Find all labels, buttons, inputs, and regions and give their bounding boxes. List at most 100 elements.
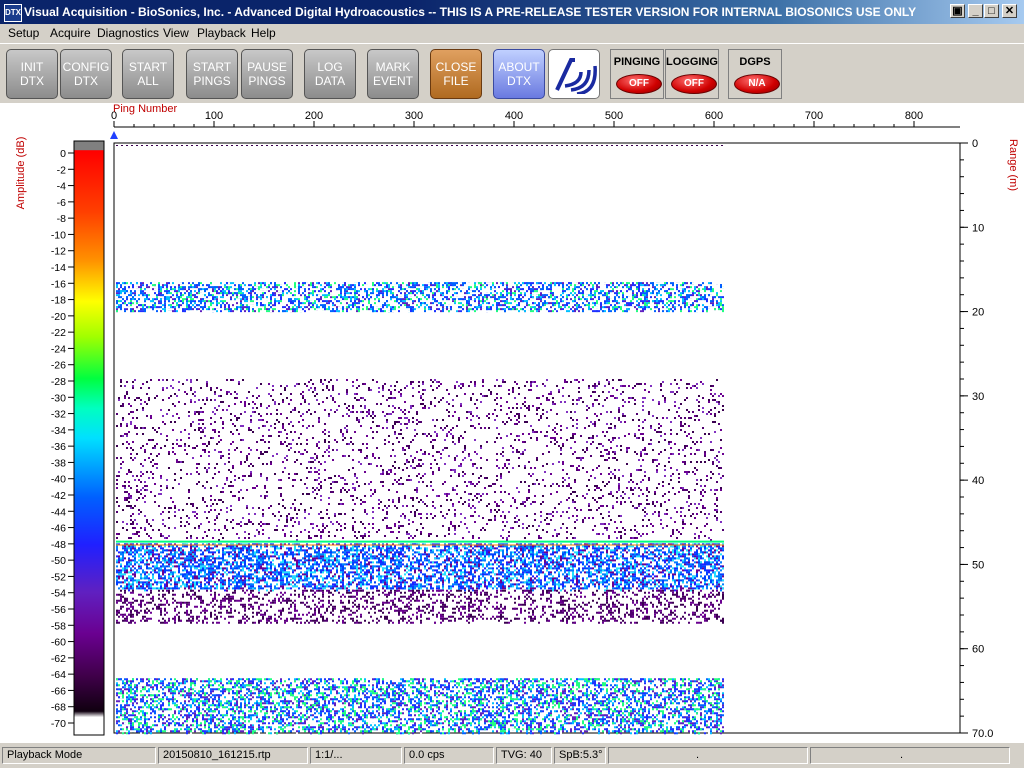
mark-event-button[interactable]: MARK EVENT (367, 49, 419, 99)
amplitude-tick-label: -34 (51, 425, 66, 437)
window-title: Visual Acquisition - BioSonics, Inc. - A… (24, 5, 917, 19)
pinging-status-badge: OFF (616, 74, 662, 94)
amplitude-color-bar (73, 140, 105, 736)
amplitude-tick-label: -46 (51, 523, 66, 535)
amplitude-tick-label: -66 (51, 685, 66, 697)
menu-acquire[interactable]: Acquire (50, 26, 91, 40)
amplitude-tick-label: -42 (51, 490, 66, 502)
x-tick-label: 200 (305, 110, 323, 122)
amplitude-tick-label: -50 (51, 555, 66, 567)
status-extra-1: . (608, 747, 808, 764)
init-dtx-button[interactable]: INIT DTX (6, 49, 58, 99)
y-tick-label: 40 (972, 475, 984, 487)
biosonics-logo-button[interactable] (548, 49, 600, 99)
amplitude-tick-label: -56 (51, 604, 66, 616)
amplitude-tick-label: -18 (51, 295, 66, 307)
y-tick-label: 50 (972, 559, 984, 571)
dgps-status-badge: N/A (734, 74, 780, 94)
status-ratio: 1:1/... (310, 747, 402, 764)
amplitude-tick-label: -30 (51, 392, 66, 404)
amplitude-tick-label: -6 (57, 197, 66, 209)
amplitude-tick-label: -20 (51, 311, 66, 323)
status-bar: Playback Mode 20150810_161215.rtp 1:1/..… (0, 744, 1024, 768)
minimize-button[interactable]: _ (968, 4, 983, 18)
start-all-button[interactable]: START ALL (122, 49, 174, 99)
status-file: 20150810_161215.rtp (158, 747, 308, 764)
pinging-indicator: PINGING OFF (610, 49, 664, 99)
config-dtx-button[interactable]: CONFIG DTX (60, 49, 112, 99)
x-tick-label: 400 (505, 110, 523, 122)
amplitude-tick-label: -12 (51, 246, 66, 258)
x-axis-label: Ping Number (113, 103, 178, 115)
amplitude-tick-label: -44 (51, 506, 66, 518)
y-tick-label: 60 (972, 644, 984, 656)
close-window-button[interactable]: ✕ (1002, 4, 1017, 18)
amplitude-tick-label: -36 (51, 441, 66, 453)
x-tick-label: 300 (405, 110, 423, 122)
amplitude-tick-label: -24 (51, 343, 66, 355)
logging-status-badge: OFF (671, 74, 717, 94)
toolbar: INIT DTX CONFIG DTX START ALL START PINGS PA… (0, 43, 1024, 105)
echogram-panel[interactable]: Amplitude (dB) 0 -2 -4 -6 -8 -10 -12 -14 -16 -18 -… (0, 103, 1024, 743)
y-tick-label: 20 (972, 307, 984, 319)
x-tick-label: 600 (705, 110, 723, 122)
ping-cursor-icon[interactable] (110, 131, 118, 139)
menu-bar: Setup Acquire Diagnostics View Playback … (0, 24, 1024, 42)
amplitude-tick-label: -70 (51, 718, 66, 730)
amplitude-tick-label: -32 (51, 409, 66, 421)
amplitude-tick-label: -68 (51, 702, 66, 714)
amplitude-tick-label: -60 (51, 637, 66, 649)
amplitude-tick-label: -2 (57, 164, 66, 176)
amplitude-tick-label: -28 (51, 376, 66, 388)
amplitude-tick-label: -4 (57, 181, 66, 193)
restore-icon[interactable]: ▣ (950, 4, 965, 18)
amplitude-tick-label: -22 (51, 327, 66, 339)
dgps-indicator: DGPS N/A (728, 49, 782, 99)
status-rate: 0.0 cps (404, 747, 494, 764)
amplitude-tick-label: -54 (51, 588, 66, 600)
y-axis-ticks: 0 10 20 30 40 50 60 70.0 (960, 138, 993, 740)
x-axis-ticks: 0 100 200 300 400 500 600 700 800 (111, 110, 923, 127)
x-tick-label: 0 (111, 110, 117, 122)
amplitude-tick-label: -64 (51, 669, 66, 681)
amplitude-tick-label: -40 (51, 474, 66, 486)
log-data-button[interactable]: LOG DATA (304, 49, 356, 99)
status-spb: SpB:5.3° (554, 747, 606, 764)
app-icon: DTX (4, 4, 22, 22)
biosonics-logo-icon (555, 58, 597, 94)
close-file-button[interactable]: CLOSE FILE (430, 49, 482, 99)
title-bar[interactable]: DTX Visual Acquisition - BioSonics, Inc.… (0, 0, 1024, 24)
echogram-svg[interactable]: Amplitude (dB) 0 -2 -4 -6 -8 -10 -12 -14 -16 -18 -… (0, 103, 1024, 743)
logging-indicator: LOGGING OFF (665, 49, 719, 99)
about-dtx-button[interactable]: ABOUT DTX (493, 49, 545, 99)
y-tick-label: 70.0 (972, 728, 993, 740)
status-tvg: TVG: 40 (496, 747, 552, 764)
x-tick-label: 800 (905, 110, 923, 122)
amplitude-tick-label: 0 (60, 148, 66, 160)
maximize-button[interactable]: □ (984, 4, 999, 18)
pause-pings-button[interactable]: PAUSE PINGS (241, 49, 293, 99)
x-tick-label: 700 (805, 110, 823, 122)
amplitude-tick-label: -16 (51, 278, 66, 290)
start-pings-button[interactable]: START PINGS (186, 49, 238, 99)
amplitude-tick-label: -58 (51, 620, 66, 632)
amplitude-tick-label: -10 (51, 229, 66, 241)
x-tick-label: 500 (605, 110, 623, 122)
status-mode: Playback Mode (2, 747, 156, 764)
y-tick-label: 0 (972, 138, 978, 150)
y-tick-label: 30 (972, 391, 984, 403)
amplitude-tick-label: -48 (51, 539, 66, 551)
amplitude-tick-label: -26 (51, 360, 66, 372)
menu-help[interactable]: Help (251, 26, 276, 40)
amplitude-tick-label: -8 (57, 213, 66, 225)
menu-view[interactable]: View (163, 26, 189, 40)
amplitude-tick-label: -62 (51, 653, 66, 665)
amplitude-tick-label: -14 (51, 262, 66, 274)
y-tick-label: 10 (972, 222, 984, 234)
x-tick-label: 100 (205, 110, 223, 122)
menu-setup[interactable]: Setup (8, 26, 39, 40)
menu-diagnostics[interactable]: Diagnostics (97, 26, 159, 40)
amplitude-axis-label: Amplitude (dB) (15, 137, 27, 210)
menu-playback[interactable]: Playback (197, 26, 246, 40)
amplitude-tick-label: -52 (51, 571, 66, 583)
